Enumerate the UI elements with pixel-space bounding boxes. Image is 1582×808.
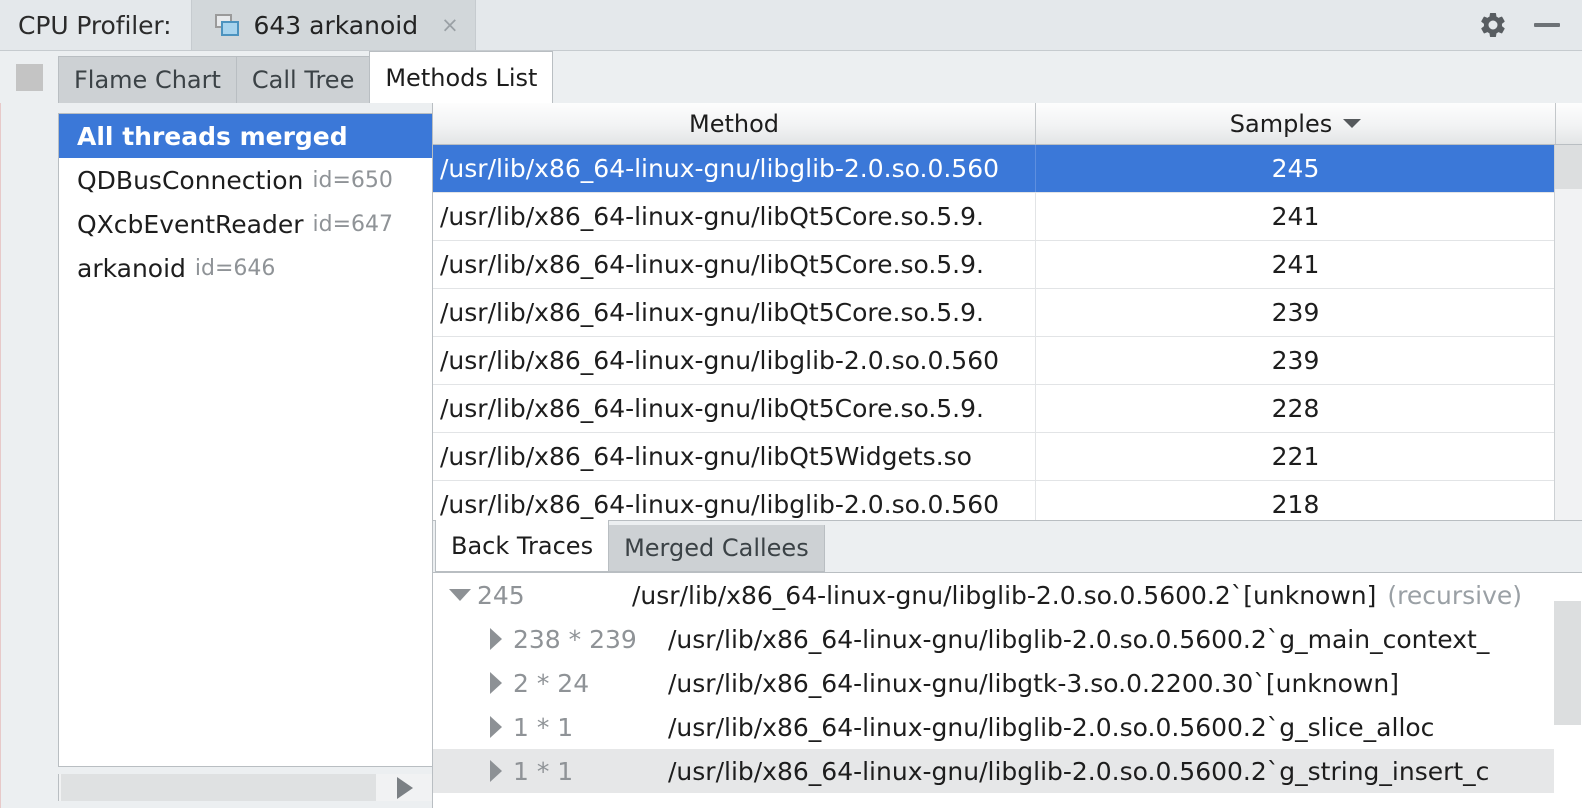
trace-tree-row[interactable]: 2 * 24 /usr/lib/x86_64-linux-gnu/libgtk-… xyxy=(433,661,1582,705)
cell-method: /usr/lib/x86_64-linux-gnu/libQt5Core.so.… xyxy=(433,193,1036,240)
left-gutter xyxy=(0,103,12,808)
methods-table: Method Samples /usr/lib/x86_64-linux-gnu… xyxy=(433,103,1582,520)
document-tab[interactable]: 643 arkanoid × xyxy=(191,0,477,50)
chevron-right-icon[interactable] xyxy=(479,628,513,650)
column-header-samples[interactable]: Samples xyxy=(1036,103,1556,144)
table-row[interactable]: /usr/lib/x86_64-linux-gnu/libQt5Widgets.… xyxy=(433,433,1582,481)
scrollbar-thumb[interactable] xyxy=(1554,601,1581,725)
table-row[interactable]: /usr/lib/x86_64-linux-gnu/libQt5Core.so.… xyxy=(433,193,1582,241)
cell-samples: 221 xyxy=(1036,433,1556,480)
tab-back-traces[interactable]: Back Traces xyxy=(435,520,610,572)
thread-list-horizontal-scrollbar[interactable] xyxy=(58,774,432,801)
tab-call-tree[interactable]: Call Tree xyxy=(235,56,371,103)
thread-item-arkanoid[interactable]: arkanoid id=646 xyxy=(59,246,432,290)
cell-samples: 241 xyxy=(1036,241,1556,288)
stop-button[interactable] xyxy=(15,63,43,91)
title-bar: CPU Profiler: 643 arkanoid × xyxy=(0,0,1582,51)
thread-name: All threads merged xyxy=(77,121,348,151)
table-header-row: Method Samples xyxy=(433,103,1582,145)
trace-note: (recursive) xyxy=(1387,580,1523,610)
cell-samples: 218 xyxy=(1036,481,1556,520)
trace-method-name: /usr/lib/x86_64-linux-gnu/libglib-2.0.so… xyxy=(668,756,1490,786)
back-traces-vertical-scrollbar[interactable] xyxy=(1554,573,1582,808)
trace-count: 245 xyxy=(477,580,525,610)
trace-tree-row[interactable]: 238 * 239 /usr/lib/x86_64-linux-gnu/libg… xyxy=(433,617,1582,661)
cell-samples: 239 xyxy=(1036,289,1556,336)
thread-item-qxcbeventreader[interactable]: QXcbEventReader id=647 xyxy=(59,202,432,246)
tab-merged-callees[interactable]: Merged Callees xyxy=(608,525,825,572)
table-row[interactable]: /usr/lib/x86_64-linux-gnu/libQt5Core.so.… xyxy=(433,385,1582,433)
cell-method: /usr/lib/x86_64-linux-gnu/libQt5Core.so.… xyxy=(433,241,1036,288)
table-row[interactable]: /usr/lib/x86_64-linux-gnu/libglib-2.0.so… xyxy=(433,337,1582,385)
trace-count: 1 * 1 xyxy=(513,712,574,742)
chevron-down-icon[interactable] xyxy=(443,589,477,601)
cell-method: /usr/lib/x86_64-linux-gnu/libglib-2.0.so… xyxy=(433,337,1036,384)
trace-method-name: /usr/lib/x86_64-linux-gnu/libgtk-3.so.0.… xyxy=(668,668,1399,698)
trace-method-name: /usr/lib/x86_64-linux-gnu/libglib-2.0.so… xyxy=(668,624,1490,654)
chevron-right-icon[interactable] xyxy=(479,672,513,694)
trace-count: 238 * 239 xyxy=(513,624,637,654)
table-row[interactable]: /usr/lib/x86_64-linux-gnu/libglib-2.0.so… xyxy=(433,145,1582,193)
trace-method-name: /usr/lib/x86_64-linux-gnu/libglib-2.0.so… xyxy=(668,712,1435,742)
thread-panel: All threads merged QDBusConnection id=65… xyxy=(12,103,432,808)
app-title: CPU Profiler: xyxy=(18,10,172,40)
table-row[interactable]: /usr/lib/x86_64-linux-gnu/libglib-2.0.so… xyxy=(433,481,1582,520)
cell-method: /usr/lib/x86_64-linux-gnu/libQt5Core.so.… xyxy=(433,385,1036,432)
column-header-filler xyxy=(1556,103,1582,144)
column-header-label: Samples xyxy=(1229,109,1333,138)
trace-tree-row[interactable]: 245 /usr/lib/x86_64-linux-gnu/libglib-2.… xyxy=(433,573,1582,617)
tab-methods-list[interactable]: Methods List xyxy=(369,51,554,103)
thread-name: QXcbEventReader xyxy=(77,209,304,239)
thread-id: id=646 xyxy=(194,255,276,281)
cell-samples: 239 xyxy=(1036,337,1556,384)
cpu-profiler-window: CPU Profiler: 643 arkanoid × Flame Chart… xyxy=(0,0,1582,808)
column-header-label: Method xyxy=(688,109,779,138)
close-icon[interactable]: × xyxy=(441,14,459,36)
trace-count: 1 * 1 xyxy=(513,756,574,786)
scroll-right-arrow-icon[interactable] xyxy=(378,774,432,801)
cell-method: /usr/lib/x86_64-linux-gnu/libQt5Widgets.… xyxy=(433,433,1036,480)
trace-tree-row[interactable]: 1 * 1 /usr/lib/x86_64-linux-gnu/libglib-… xyxy=(433,705,1582,749)
sort-descending-icon xyxy=(1343,119,1362,128)
window-controls xyxy=(1478,0,1582,50)
trace-method-name: /usr/lib/x86_64-linux-gnu/libglib-2.0.so… xyxy=(632,580,1377,610)
thread-item-qdbusconnection[interactable]: QDBusConnection id=650 xyxy=(59,158,432,202)
gear-icon[interactable] xyxy=(1478,10,1508,40)
table-row[interactable]: /usr/lib/x86_64-linux-gnu/libQt5Core.so.… xyxy=(433,289,1582,337)
scrollbar-thumb[interactable] xyxy=(61,774,377,801)
minimize-icon[interactable] xyxy=(1534,23,1560,27)
view-tabs: Flame Chart Call Tree Methods List xyxy=(58,51,554,103)
thread-name: arkanoid xyxy=(77,253,186,283)
table-body: /usr/lib/x86_64-linux-gnu/libglib-2.0.so… xyxy=(433,145,1582,520)
cell-method: /usr/lib/x86_64-linux-gnu/libglib-2.0.so… xyxy=(433,145,1036,192)
chevron-right-icon[interactable] xyxy=(479,716,513,738)
thread-name: QDBusConnection xyxy=(77,165,304,195)
trace-count: 2 * 24 xyxy=(513,668,590,698)
titlebar-spacer xyxy=(476,0,1478,50)
trace-tree-row[interactable]: 1 * 1 /usr/lib/x86_64-linux-gnu/libglib-… xyxy=(433,749,1582,793)
thread-list: All threads merged QDBusConnection id=65… xyxy=(58,113,432,767)
methods-list-panel: Method Samples /usr/lib/x86_64-linux-gnu… xyxy=(432,103,1582,808)
tab-flame-chart[interactable]: Flame Chart xyxy=(58,56,237,103)
detail-tab-strip: Back Traces Merged Callees xyxy=(433,520,1582,572)
thread-item-all-threads-merged[interactable]: All threads merged xyxy=(59,114,432,158)
thread-id: id=647 xyxy=(312,211,394,237)
table-row[interactable]: /usr/lib/x86_64-linux-gnu/libQt5Core.so.… xyxy=(433,241,1582,289)
scrollbar-thumb[interactable] xyxy=(1555,145,1582,189)
document-tab-label: 643 arkanoid xyxy=(253,10,419,40)
cell-method: /usr/lib/x86_64-linux-gnu/libglib-2.0.so… xyxy=(433,481,1036,520)
cell-samples: 245 xyxy=(1036,145,1556,192)
view-tab-strip: Flame Chart Call Tree Methods List xyxy=(0,51,1582,103)
column-header-method[interactable]: Method xyxy=(433,103,1036,144)
cell-method: /usr/lib/x86_64-linux-gnu/libQt5Core.so.… xyxy=(433,289,1036,336)
cell-samples: 228 xyxy=(1036,385,1556,432)
windows-cascade-icon xyxy=(214,13,240,37)
methods-table-vertical-scrollbar[interactable] xyxy=(1554,145,1582,520)
stop-button-container xyxy=(0,51,58,103)
chevron-right-icon[interactable] xyxy=(479,760,513,782)
content-area: All threads merged QDBusConnection id=65… xyxy=(0,103,1582,808)
back-traces-tree: 245 /usr/lib/x86_64-linux-gnu/libglib-2.… xyxy=(433,572,1582,808)
thread-id: id=650 xyxy=(312,167,393,193)
cell-samples: 241 xyxy=(1036,193,1556,240)
